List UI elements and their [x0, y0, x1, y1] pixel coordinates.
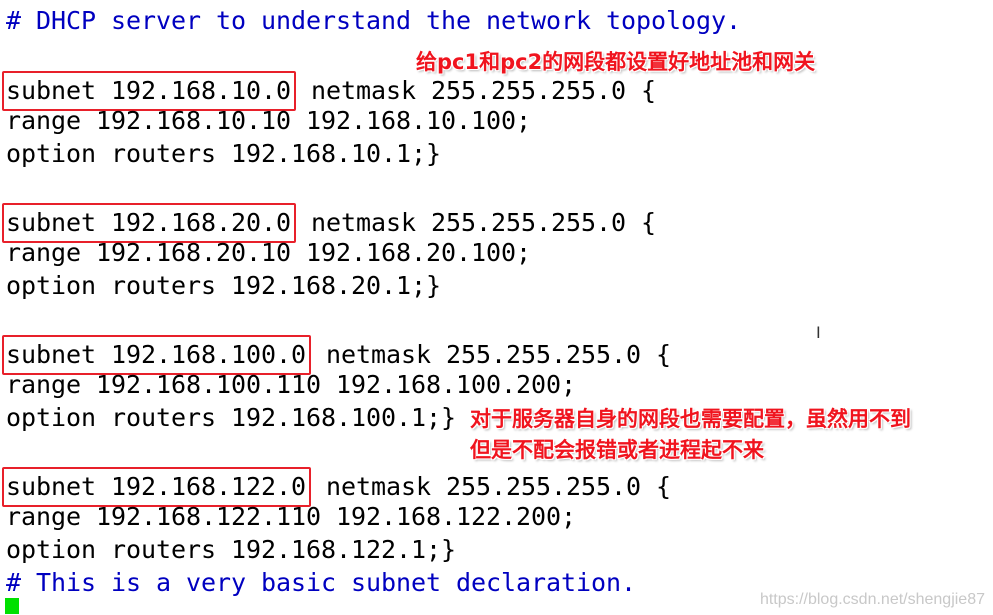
comment-line: # DHCP server to understand the network …	[6, 6, 742, 35]
comment-line: # This is a very basic subnet declaratio…	[6, 568, 637, 597]
range-line: range 192.168.100.110 192.168.100.200;	[6, 370, 577, 399]
annotation-note: 对于服务器自身的网段也需要配置，虽然用不到	[470, 407, 911, 431]
routers-line: option routers 192.168.100.1;}	[6, 403, 457, 432]
routers-line: option routers 192.168.10.1;}	[6, 139, 442, 168]
text-cursor	[5, 598, 19, 614]
netmask-text: netmask 255.255.255.0 {	[296, 208, 657, 237]
watermark: https://blog.csdn.net/shengjie87	[759, 591, 985, 608]
routers-line: option routers 192.168.20.1;}	[6, 271, 442, 300]
subnet-line: subnet 192.168.122.0 netmask 255.255.255…	[2, 467, 672, 507]
netmask-text: netmask 255.255.255.0 {	[296, 76, 657, 105]
range-line: range 192.168.20.10 192.168.20.100;	[6, 238, 532, 267]
subnet-line: subnet 192.168.100.0 netmask 255.255.255…	[2, 335, 672, 375]
annotation-note: 但是不配会报错或者进程起不来	[470, 438, 764, 462]
annotation-note: 给pc1和pc2的网段都设置好地址池和网关	[416, 50, 816, 74]
netmask-text: netmask 255.255.255.0 {	[311, 340, 672, 369]
routers-line: option routers 192.168.122.1;}	[6, 535, 457, 564]
range-line: range 192.168.122.110 192.168.122.200;	[6, 502, 577, 531]
ibeam-cursor-icon: I	[816, 323, 821, 342]
range-line: range 192.168.10.10 192.168.10.100;	[6, 106, 532, 135]
netmask-text: netmask 255.255.255.0 {	[311, 472, 672, 501]
subnet-line: subnet 192.168.20.0 netmask 255.255.255.…	[2, 203, 657, 243]
